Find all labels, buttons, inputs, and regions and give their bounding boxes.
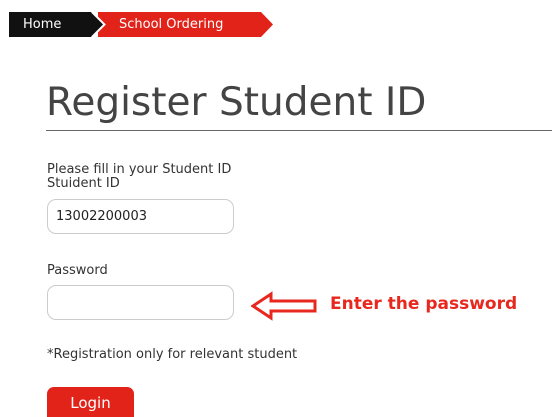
annotation-arrow-icon [251,291,317,321]
page-title: Register Student ID [46,80,427,125]
login-button[interactable]: Login [47,387,134,417]
instruction-text: Please fill in your Student ID [47,162,232,177]
breadcrumb-separator-icon [86,12,106,37]
annotation-text: Enter the password [330,294,518,314]
registration-note: *Registration only for relevant student [47,347,298,362]
breadcrumb-home-link[interactable]: Home [9,12,91,37]
title-divider [46,130,552,131]
password-input[interactable] [47,285,234,320]
page: Home School Ordering Register Student ID… [0,0,552,417]
student-id-input[interactable] [47,199,234,234]
password-label: Password [47,263,108,278]
student-id-label: Stuident ID [47,176,120,191]
breadcrumb-current-label[interactable]: School Ordering [119,12,223,37]
breadcrumb: Home School Ordering [9,12,273,37]
